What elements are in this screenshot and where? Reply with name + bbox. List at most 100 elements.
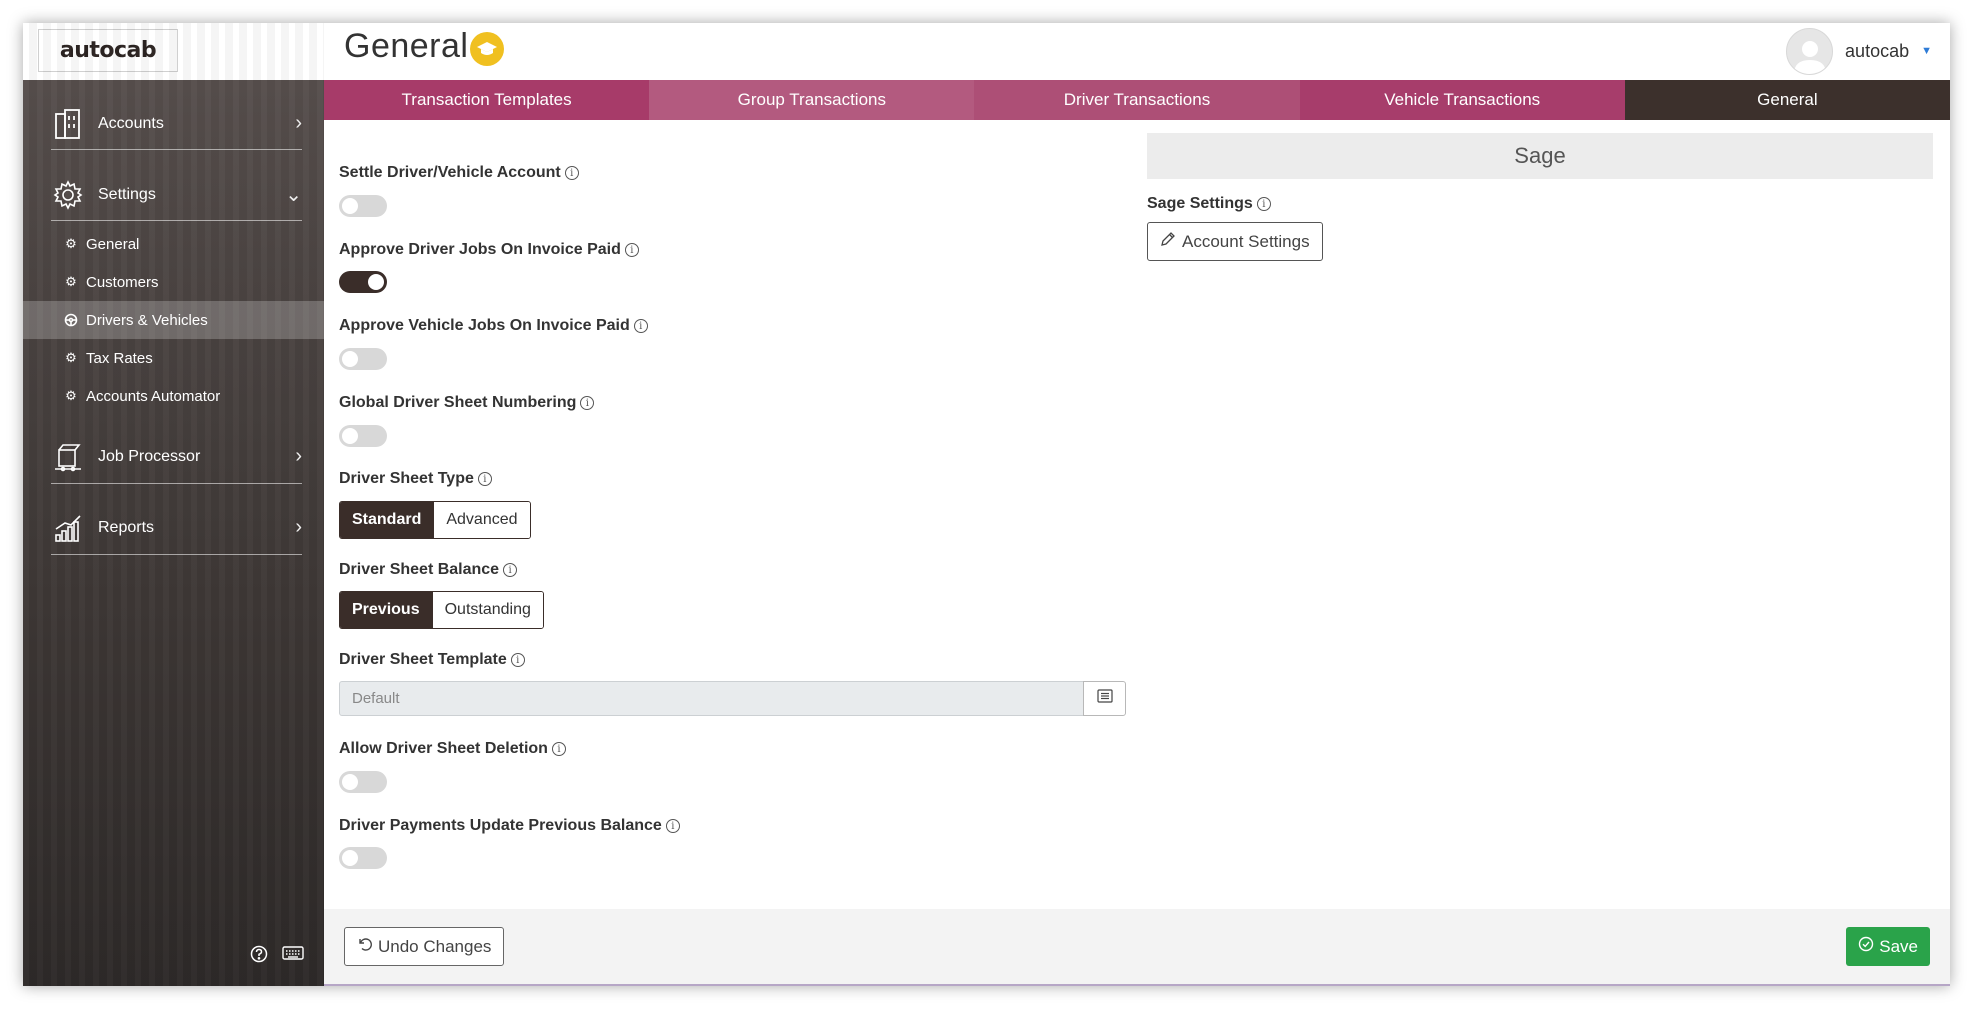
account-settings-button[interactable]: Account Settings [1147, 222, 1323, 261]
driver-sheet-type-selector: Standard Advanced [339, 501, 531, 539]
sidebar-item-label: Settings [98, 185, 156, 203]
tab-bar: Transaction Templates Group Transactions… [324, 80, 1950, 128]
autocab-logo[interactable]: autocab [38, 29, 178, 72]
button-label: Account Settings [1182, 231, 1310, 251]
avatar [1786, 27, 1834, 75]
settle-account-label: Settle Driver/Vehicle Account i [339, 164, 579, 182]
keyboard-icon[interactable] [282, 945, 304, 968]
settle-account-toggle[interactable] [339, 195, 387, 217]
chevron-right-icon: › [295, 516, 302, 538]
tab-driver-transactions[interactable]: Driver Transactions [974, 80, 1300, 120]
tab-general[interactable]: General [1624, 80, 1950, 128]
sidebar-subitem-label: General [86, 235, 140, 253]
payments-update-balance-label: Driver Payments Update Previous Balance … [339, 817, 680, 835]
app-window: autocab Accounts › Settings ⌄ ⚙ General … [23, 23, 1950, 986]
tab-group-transactions[interactable]: Group Transactions [649, 80, 975, 120]
help-icon[interactable] [250, 945, 268, 968]
info-icon[interactable]: i [624, 243, 639, 257]
info-icon[interactable]: i [633, 319, 648, 333]
allow-sheet-deletion-toggle[interactable] [339, 771, 387, 793]
driver-sheet-balance-label: Driver Sheet Balance i [339, 561, 518, 579]
gears-icon: ⚙ [65, 236, 77, 251]
sidebar-item-job-processor[interactable]: Job Processor › [23, 421, 324, 492]
info-icon[interactable]: i [510, 653, 525, 667]
approve-vehicle-jobs-toggle[interactable] [339, 348, 387, 370]
gear-icon: ⚙ [65, 350, 77, 365]
option-previous[interactable]: Previous [340, 592, 432, 628]
option-outstanding[interactable]: Outstanding [431, 592, 543, 628]
user-name: autocab [1845, 40, 1910, 61]
template-picker-button[interactable] [1083, 681, 1126, 716]
tab-vehicle-transactions[interactable]: Vehicle Transactions [1299, 80, 1625, 120]
list-icon [1096, 689, 1113, 708]
sidebar-subitem-label: Drivers & Vehicles [86, 311, 208, 329]
sidebar: autocab Accounts › Settings ⌄ ⚙ General … [23, 23, 324, 986]
info-icon[interactable]: i [665, 819, 680, 833]
sidebar-item-label: Reports [98, 518, 155, 536]
footer-bar: Undo Changes Save [324, 909, 1950, 986]
label-text: Settle Driver/Vehicle Account [339, 164, 561, 181]
gear-icon: ⚙ [65, 274, 77, 289]
save-button[interactable]: Save [1846, 927, 1930, 966]
approve-driver-jobs-label: Approve Driver Jobs On Invoice Paid i [339, 241, 639, 259]
sidebar-subitem-tax-rates[interactable]: ⚙ Tax Rates [23, 339, 324, 377]
caret-down-icon: ▼ [1921, 45, 1932, 57]
label-text: Driver Sheet Balance [339, 561, 500, 578]
main-content: Settle Driver/Vehicle Account i Approve … [324, 120, 1950, 909]
pencil-icon [1160, 231, 1176, 252]
sidebar-subitem-label: Tax Rates [86, 349, 153, 367]
label-text: Approve Driver Jobs On Invoice Paid [339, 241, 621, 258]
button-label: Save [1879, 936, 1918, 956]
graduation-cap-icon[interactable] [470, 32, 504, 66]
check-circle-icon [1858, 936, 1874, 957]
gear-icon [51, 178, 85, 212]
chevron-right-icon: › [295, 445, 302, 467]
user-menu[interactable]: autocab ▼ [1786, 27, 1932, 75]
divider [51, 554, 302, 555]
global-sheet-numbering-label: Global Driver Sheet Numbering i [339, 394, 595, 412]
sidebar-subitem-drivers-vehicles[interactable]: Drivers & Vehicles [23, 301, 324, 339]
page-title: General [344, 27, 469, 65]
steering-wheel-icon [63, 312, 79, 328]
driver-sheet-template-field[interactable]: Default [339, 681, 1084, 716]
sidebar-item-reports[interactable]: Reports › [23, 492, 324, 563]
undo-changes-button[interactable]: Undo Changes [344, 927, 505, 966]
label-text: Driver Sheet Template [339, 651, 507, 668]
label-text: Driver Payments Update Previous Balance [339, 817, 662, 834]
label-text: Allow Driver Sheet Deletion [339, 740, 548, 757]
payments-update-balance-toggle[interactable] [339, 847, 387, 869]
approve-driver-jobs-toggle[interactable] [339, 271, 387, 293]
sidebar-subitem-customers[interactable]: ⚙ Customers [23, 263, 324, 301]
logo-bar: autocab [23, 23, 324, 80]
info-icon[interactable]: i [580, 396, 595, 410]
driver-sheet-balance-selector: Previous Outstanding [339, 591, 544, 629]
divider [51, 149, 302, 150]
label-text: Approve Vehicle Jobs On Invoice Paid [339, 317, 630, 334]
approve-vehicle-jobs-label: Approve Vehicle Jobs On Invoice Paid i [339, 317, 648, 335]
driver-sheet-template-label: Driver Sheet Template i [339, 651, 525, 669]
info-icon[interactable]: i [1256, 197, 1271, 211]
sidebar-subitem-label: Accounts Automator [86, 387, 221, 405]
info-icon[interactable]: i [503, 563, 518, 577]
sidebar-subitem-accounts-automator[interactable]: ⚙ Accounts Automator [23, 377, 324, 415]
sidebar-item-label: Accounts [98, 114, 164, 132]
sidebar-footer [250, 945, 304, 968]
option-advanced[interactable]: Advanced [433, 502, 530, 538]
gear-icon: ⚙ [65, 388, 77, 403]
info-icon[interactable]: i [551, 742, 566, 756]
button-label: Undo Changes [378, 936, 492, 956]
label-text: Sage Settings [1147, 195, 1253, 212]
divider [51, 483, 302, 484]
tab-transaction-templates[interactable]: Transaction Templates [324, 80, 650, 120]
info-icon[interactable]: i [564, 166, 579, 180]
label-text: Global Driver Sheet Numbering [339, 394, 577, 411]
allow-sheet-deletion-label: Allow Driver Sheet Deletion i [339, 740, 566, 758]
option-standard[interactable]: Standard [340, 502, 434, 538]
sidebar-subitem-general[interactable]: ⚙ General [23, 225, 324, 263]
global-sheet-numbering-toggle[interactable] [339, 425, 387, 447]
sidebar-item-label: Job Processor [98, 447, 201, 465]
info-icon[interactable]: i [477, 472, 492, 486]
undo-icon [357, 936, 373, 957]
chevron-right-icon: › [295, 112, 302, 134]
reports-chart-icon [51, 511, 85, 545]
